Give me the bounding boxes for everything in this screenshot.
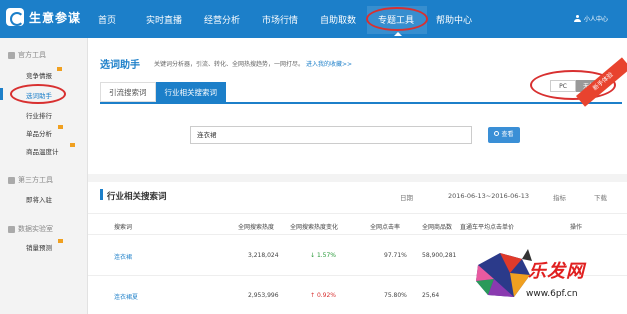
flask-icon	[8, 225, 15, 233]
sidebar-active-indicator	[0, 88, 3, 100]
col-search-heat[interactable]: 全网搜索热度	[238, 222, 274, 231]
ctr-value: 75.80%	[384, 292, 407, 299]
date-range[interactable]: 2016-06-13~2016-06-13	[448, 192, 529, 200]
sidebar: 官方工具 竞争情报 选词助手 行业排行 单品分析 商品温度计 第三方工具 即将入…	[0, 38, 88, 314]
heat-value: 2,953,996	[248, 292, 279, 299]
sidebar-group-label: 官方工具	[18, 51, 46, 59]
user-label: 小人中心	[584, 16, 609, 23]
nav-active-caret	[394, 32, 402, 36]
sidebar-item-sales-forecast[interactable]: 销量预测	[26, 242, 52, 252]
new-badge-icon	[58, 125, 63, 129]
date-filter-label[interactable]: 日期	[400, 192, 413, 202]
col-heat-change[interactable]: 全网搜索热度变化	[290, 222, 338, 231]
logo-icon	[6, 8, 24, 26]
nav-item-live[interactable]: 实时直播	[146, 13, 182, 26]
change-text: 0.92%	[316, 292, 336, 299]
user-icon	[574, 15, 581, 22]
nav-highlight-circle	[366, 7, 428, 31]
sidebar-group-lab: 数据实验室	[8, 224, 53, 234]
keyword-link[interactable]: 连衣裙夏	[114, 292, 138, 301]
top-nav: 生意参谋 首页 实时直播 经营分析 市场行情 自助取数 专题工具 帮助中心 小人…	[0, 0, 627, 38]
new-badge-icon	[58, 239, 63, 243]
search-button-label: 查看	[501, 131, 514, 138]
heat-value: 3,218,024	[248, 252, 279, 259]
section-marker	[100, 189, 103, 200]
col-item-count[interactable]: 全网商品数	[422, 222, 452, 231]
keyword-link[interactable]: 连衣裙	[114, 252, 132, 261]
col-keyword: 搜索词	[114, 224, 133, 231]
heat-change-value: ↑ 0.92%	[310, 292, 336, 299]
sidebar-item-coming-soon[interactable]: 即将入驻	[26, 194, 52, 204]
user-menu[interactable]: 小人中心	[574, 14, 608, 23]
heat-change-value: ↓ 1.57%	[310, 252, 336, 259]
tab-underline	[100, 102, 622, 104]
device-pc-button[interactable]: PC	[550, 80, 576, 92]
nav-item-self-fetch[interactable]: 自助取数	[320, 13, 356, 26]
download-button[interactable]: 下载	[594, 192, 607, 202]
col-actions: 操作	[570, 224, 583, 231]
sidebar-item-thermometer[interactable]: 商品温度计	[26, 146, 59, 156]
search-input[interactable]: 连衣裙	[190, 126, 472, 144]
ctr-value: 97.71%	[384, 252, 407, 259]
change-text: 1.57%	[316, 252, 336, 259]
page-subtitle: 关键词分析器，引流、转化、全网热搜趋势，一网打尽。 进入我的收藏>>	[154, 59, 352, 68]
sidebar-item-product-analysis[interactable]: 单品分析	[26, 128, 52, 138]
section-divider	[88, 174, 627, 182]
table-header: 搜索词 全网搜索热度 全网搜索热度变化 全网点击率 全网商品数 直通车平均点击单…	[88, 213, 627, 235]
nav-item-operations[interactable]: 经营分析	[204, 13, 240, 26]
col-ppc-price[interactable]: 直通车平均点击单价	[460, 222, 514, 231]
nav-item-market[interactable]: 市场行情	[262, 13, 298, 26]
favorites-link[interactable]: 进入我的收藏>>	[306, 61, 352, 68]
tab-traffic-keywords[interactable]: 引流搜索词	[100, 82, 156, 102]
metric-dropdown[interactable]: 指标	[553, 192, 566, 202]
nav-item-help[interactable]: 帮助中心	[436, 13, 472, 26]
sidebar-highlight-circle	[10, 84, 66, 104]
item-count-value: 58,900,281	[422, 252, 457, 259]
item-count-value: 25,64	[422, 292, 440, 299]
sidebar-item-industry-rank[interactable]: 行业排行	[26, 110, 52, 120]
search-icon	[494, 131, 500, 136]
subtitle-text: 关键词分析器，引流、转化、全网热搜趋势，一网打尽。	[154, 61, 305, 68]
watermark-text: 乐发网	[528, 261, 585, 282]
clock-icon	[612, 104, 621, 113]
tab-bar: 引流搜索词 行业相关搜索词	[100, 82, 226, 102]
new-badge-icon	[70, 143, 75, 147]
sidebar-group-label: 第三方工具	[18, 176, 53, 184]
nav-item-home[interactable]: 首页	[98, 13, 116, 26]
tab-industry-keywords[interactable]: 行业相关搜索词	[155, 82, 226, 102]
new-badge-icon	[57, 67, 62, 71]
sidebar-group-label: 数据实验室	[18, 225, 53, 233]
search-button[interactable]: 查看	[488, 127, 520, 143]
sidebar-item-competitor[interactable]: 竞争情报	[26, 70, 52, 80]
tools-icon	[8, 51, 15, 59]
col-ctr[interactable]: 全网点击率	[370, 222, 400, 231]
brand-logo[interactable]: 生意参谋	[6, 8, 81, 26]
sidebar-group-third-party: 第三方工具	[8, 175, 53, 185]
brand-name: 生意参谋	[29, 10, 82, 25]
sidebar-group-official: 官方工具	[8, 50, 46, 60]
cube-icon	[8, 176, 15, 184]
watermark-url: www.6pf.cn	[526, 289, 578, 299]
page-title: 选词助手	[100, 60, 140, 71]
section-title: 行业相关搜索词	[107, 192, 167, 202]
